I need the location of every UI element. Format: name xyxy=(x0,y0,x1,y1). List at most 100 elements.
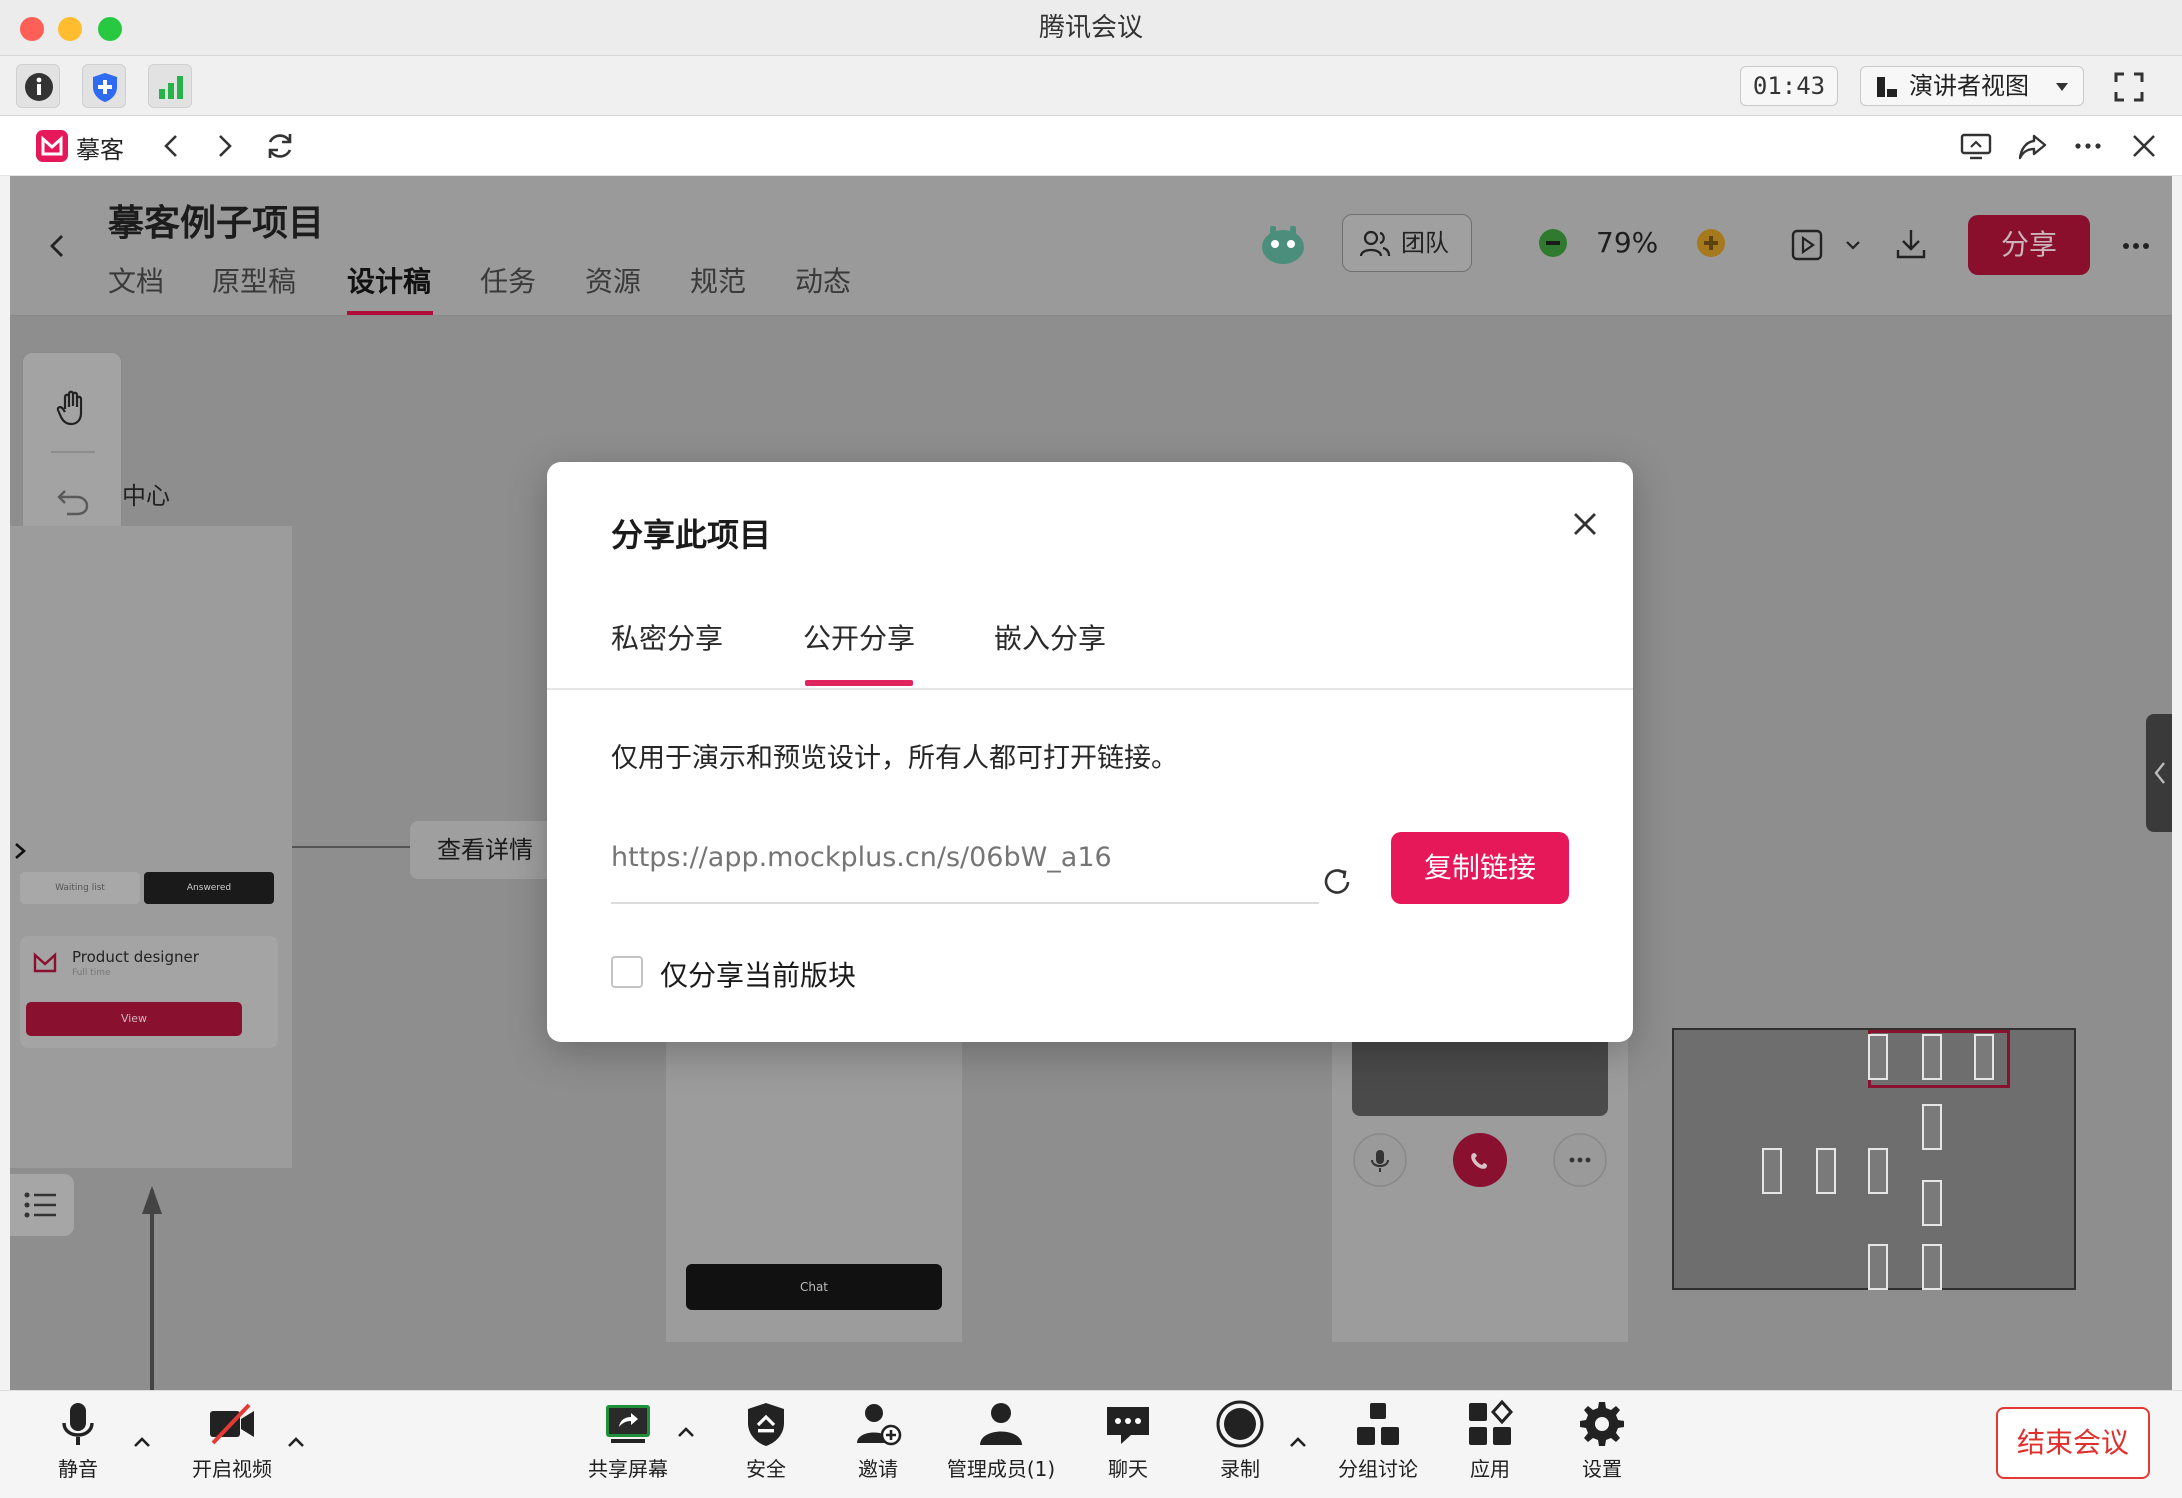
tab-tasks[interactable]: 任务 xyxy=(480,260,536,300)
tab-specs[interactable]: 规范 xyxy=(690,260,746,300)
project-back-icon[interactable] xyxy=(44,232,72,260)
back-icon[interactable] xyxy=(156,130,188,162)
video-options-caret-icon[interactable] xyxy=(284,1431,308,1455)
app-name: 摹客 xyxy=(76,136,124,164)
close-icon[interactable] xyxy=(2126,128,2162,164)
meeting-control-bar: 静音 开启视频 共享屏幕 安全 邀请 管理成员(1) 聊天 录制 分组讨论 应用… xyxy=(0,1390,2182,1498)
mute-button[interactable]: 静音 xyxy=(38,1399,118,1495)
members-icon xyxy=(980,1403,1022,1445)
minimap-artboard xyxy=(1816,1148,1836,1194)
apps-button[interactable]: 应用 xyxy=(1450,1399,1530,1495)
video-off-icon xyxy=(210,1403,254,1445)
card-subtitle: Full time xyxy=(72,968,111,978)
invite-button[interactable]: 邀请 xyxy=(838,1399,918,1495)
play-preview-icon[interactable] xyxy=(1790,228,1824,262)
chevron-down-icon[interactable] xyxy=(1844,236,1862,254)
record-options-caret-icon[interactable] xyxy=(1286,1431,1310,1455)
security-status-button[interactable] xyxy=(82,64,126,108)
tab-activity[interactable]: 动态 xyxy=(795,260,851,300)
answered-tab: Answered xyxy=(144,872,274,904)
view-selector-label: 演讲者视图 xyxy=(1909,72,2029,100)
download-icon[interactable] xyxy=(1894,226,1928,262)
end-meeting-button[interactable]: 结束会议 xyxy=(1996,1407,2150,1479)
share-link-field[interactable] xyxy=(611,832,1111,882)
tab-designs[interactable]: 设计稿 xyxy=(347,260,431,300)
refresh-link-icon[interactable] xyxy=(1317,862,1357,902)
meeting-info-button[interactable] xyxy=(16,64,60,108)
chat-label: 聊天 xyxy=(1108,1457,1148,1481)
audio-options-caret-icon[interactable] xyxy=(130,1431,154,1455)
share-button[interactable]: 分享 xyxy=(1968,215,2090,275)
minimap-artboard xyxy=(1922,1104,1942,1150)
mascot-avatar-icon[interactable] xyxy=(1258,220,1308,268)
speaker-view-icon xyxy=(1877,77,1897,97)
fullscreen-button[interactable] xyxy=(2106,64,2152,110)
tab-prototypes[interactable]: 原型稿 xyxy=(212,260,296,300)
canvas-minimap[interactable] xyxy=(1672,1028,2076,1290)
manage-members-label: 管理成员(1) xyxy=(946,1457,1056,1481)
record-button[interactable]: 录制 xyxy=(1200,1399,1280,1495)
minimap-artboard xyxy=(1868,1244,1888,1290)
dropdown-arrow-icon xyxy=(2056,83,2068,91)
list-icon xyxy=(24,1192,56,1218)
share-options-caret-icon[interactable] xyxy=(674,1421,698,1445)
chat-button[interactable]: 聊天 xyxy=(1088,1399,1168,1495)
project-title: 摹客例子项目 xyxy=(108,203,325,244)
network-stats-button[interactable] xyxy=(148,64,192,108)
zoom-in-icon[interactable] xyxy=(1696,228,1726,258)
project-header: 摹客例子项目 文档 原型稿 设计稿 任务 资源 规范 动态 团队 79% 分享 xyxy=(10,176,2172,316)
hand-tool-icon[interactable] xyxy=(55,389,91,427)
breakout-rooms-label: 分组讨论 xyxy=(1338,1457,1418,1481)
start-video-button[interactable]: 开启视频 xyxy=(182,1399,282,1495)
team-icon xyxy=(1359,230,1391,257)
right-panel-handle[interactable] xyxy=(2146,714,2172,832)
breakout-rooms-button[interactable]: 分组讨论 xyxy=(1326,1399,1430,1495)
manage-members-button[interactable]: 管理成员(1) xyxy=(946,1399,1056,1495)
team-button[interactable]: 团队 xyxy=(1342,214,1472,272)
team-label: 团队 xyxy=(1401,229,1449,257)
undo-icon[interactable] xyxy=(55,483,91,519)
invite-label: 邀请 xyxy=(858,1457,898,1481)
fullscreen-icon xyxy=(2114,72,2144,102)
forward-icon[interactable] xyxy=(208,130,240,162)
share-description: 仅用于演示和预览设计，所有人都可打开链接。 xyxy=(611,743,1178,774)
tab-public-share[interactable]: 公开分享 xyxy=(803,617,915,657)
share-screen-icon xyxy=(606,1405,650,1443)
shield-icon xyxy=(748,1403,784,1446)
invite-user-icon xyxy=(857,1404,902,1446)
call-more-icon xyxy=(1553,1133,1607,1187)
settings-button[interactable]: 设置 xyxy=(1562,1399,1642,1495)
chat-icon xyxy=(1107,1407,1149,1444)
more-icon[interactable] xyxy=(2070,128,2106,164)
minimap-artboard xyxy=(1922,1034,1942,1080)
tab-documents[interactable]: 文档 xyxy=(108,260,164,300)
dialog-close-icon[interactable] xyxy=(1559,498,1611,550)
share-current-section-checkbox[interactable] xyxy=(611,956,643,988)
apps-label: 应用 xyxy=(1470,1457,1510,1481)
share-screen-button[interactable]: 共享屏幕 xyxy=(580,1399,676,1495)
left-edge-expand-icon[interactable] xyxy=(10,826,32,876)
copy-link-button[interactable]: 复制链接 xyxy=(1391,832,1569,904)
tab-resources[interactable]: 资源 xyxy=(585,260,641,300)
view-selector[interactable]: 演讲者视图 xyxy=(1860,66,2084,106)
security-button[interactable]: 安全 xyxy=(726,1399,806,1495)
tab-embed-share[interactable]: 嵌入分享 xyxy=(994,617,1106,657)
view-details-node[interactable]: 查看详情 xyxy=(410,821,560,879)
more-options-icon[interactable] xyxy=(2120,230,2152,262)
share-project-dialog: 分享此项目 私密分享 公开分享 嵌入分享 仅用于演示和预览设计，所有人都可打开链… xyxy=(547,462,1633,1042)
reload-icon[interactable] xyxy=(262,128,298,164)
minimap-artboard xyxy=(1922,1180,1942,1226)
call-mic-icon xyxy=(1353,1133,1407,1187)
present-screen-icon[interactable] xyxy=(1958,128,1994,164)
artboard-chat: Chat xyxy=(666,1026,962,1342)
tab-private-share[interactable]: 私密分享 xyxy=(611,617,723,657)
window-title: 腾讯会议 xyxy=(1038,13,1143,43)
waiting-list-tab: Waiting list xyxy=(20,872,140,904)
chat-button-mock: Chat xyxy=(686,1264,942,1310)
dialog-title: 分享此项目 xyxy=(611,516,772,554)
flow-arrow-up xyxy=(142,1186,162,1390)
share-arrow-icon[interactable] xyxy=(2014,128,2050,164)
layers-toggle[interactable] xyxy=(10,1174,74,1236)
breakout-icon xyxy=(1357,1403,1399,1445)
zoom-out-icon[interactable] xyxy=(1538,228,1568,258)
